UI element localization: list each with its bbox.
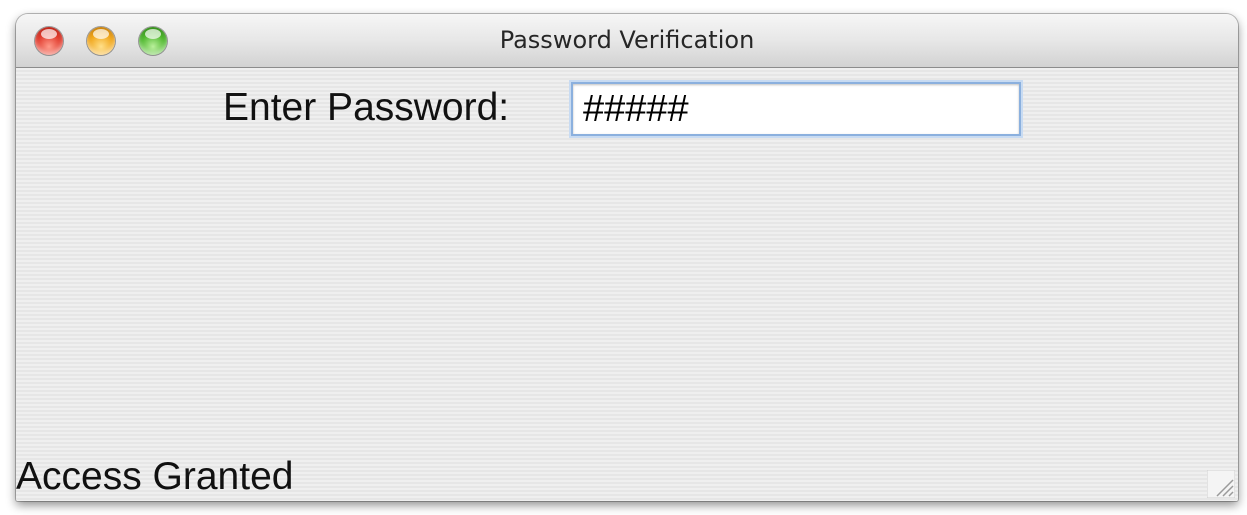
password-field[interactable]: [571, 82, 1021, 136]
password-label: Enter Password:: [223, 86, 510, 129]
status-text: Access Granted: [16, 455, 294, 498]
app-window: Password Verification Enter Password: Ac…: [16, 14, 1238, 501]
window-title: Password Verification: [499, 26, 755, 54]
resize-grip-icon[interactable]: [1207, 470, 1235, 498]
window-content: Enter Password: Access Granted: [16, 68, 1238, 501]
title-bar[interactable]: Password Verification: [16, 14, 1238, 68]
